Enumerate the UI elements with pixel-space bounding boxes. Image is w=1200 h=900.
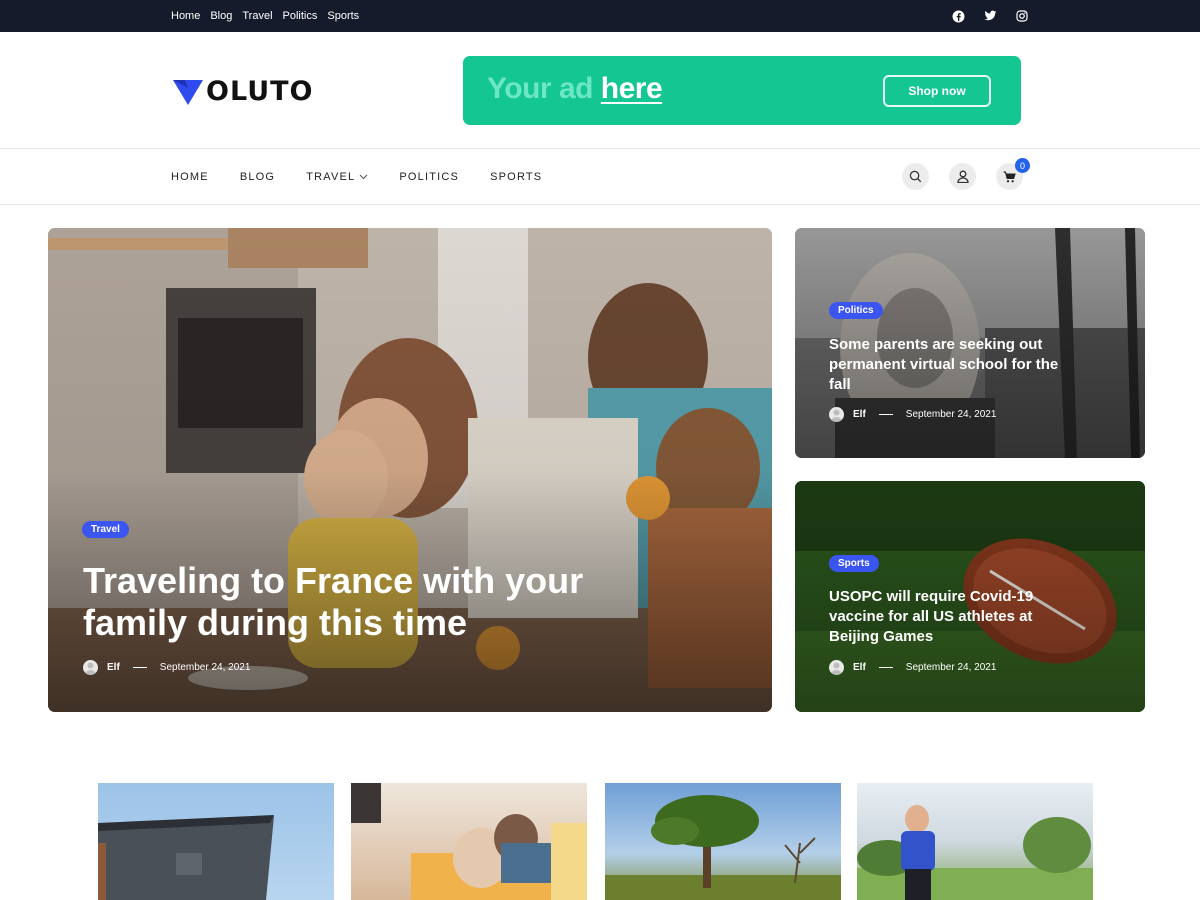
author-name[interactable]: Elf xyxy=(853,409,866,420)
nav-item-home[interactable]: HOME xyxy=(171,171,209,183)
user-icon xyxy=(956,170,969,183)
top-link-home[interactable]: Home xyxy=(171,10,200,22)
post-date: September 24, 2021 xyxy=(905,662,997,673)
category-tag[interactable]: Sports xyxy=(829,555,879,572)
avatar xyxy=(829,660,844,675)
featured-title[interactable]: Traveling to France with your family dur… xyxy=(83,560,643,644)
post-date: September 24, 2021 xyxy=(905,409,997,420)
logo-triangle-icon xyxy=(173,79,203,105)
thumbnail-image xyxy=(351,783,587,900)
nav-item-label: POLITICS xyxy=(399,171,460,183)
featured-title[interactable]: Some parents are seeking out permanent v… xyxy=(829,335,1069,395)
author-name[interactable]: Elf xyxy=(853,662,866,673)
meta-separator xyxy=(878,414,893,415)
nav-item-sports[interactable]: SPORTS xyxy=(490,171,542,183)
ad-text-prefix: Your ad xyxy=(487,72,593,105)
site-logo[interactable]: OLUTO xyxy=(172,76,314,107)
post-thumbnail[interactable] xyxy=(857,783,1093,900)
nav-item-travel[interactable]: TRAVEL xyxy=(306,171,368,183)
nav-item-label: HOME xyxy=(171,171,209,183)
post-meta: Elf September 24, 2021 xyxy=(829,660,996,675)
category-tag[interactable]: Politics xyxy=(829,302,883,319)
meta-separator xyxy=(132,667,147,668)
author-name[interactable]: Elf xyxy=(107,662,120,673)
top-link-politics[interactable]: Politics xyxy=(283,10,318,22)
chevron-down-icon xyxy=(359,174,368,180)
ad-text-highlight: here xyxy=(600,72,663,105)
main-nav: HOME BLOG TRAVEL POLITICS SPORTS 0 xyxy=(0,149,1200,205)
top-links: Home Blog Travel Politics Sports xyxy=(171,0,359,32)
ad-banner[interactable]: Your ad here Shop now xyxy=(463,56,1021,125)
cart-icon xyxy=(1003,170,1016,182)
instagram-icon[interactable] xyxy=(1015,9,1029,23)
logo-text: OLUTO xyxy=(206,76,314,107)
shop-now-button[interactable]: Shop now xyxy=(883,75,991,107)
nav-item-label: TRAVEL xyxy=(306,171,356,183)
thumbnail-image xyxy=(857,805,1093,900)
meta-separator xyxy=(878,667,893,668)
post-date: September 24, 2021 xyxy=(159,662,251,673)
ad-text: Your ad here xyxy=(487,72,663,106)
featured-card-side[interactable]: Politics Some parents are seeking out pe… xyxy=(795,228,1145,458)
category-tag[interactable]: Travel xyxy=(82,521,129,538)
cart-button[interactable]: 0 xyxy=(996,158,1030,190)
social-links xyxy=(951,0,1029,32)
avatar xyxy=(829,407,844,422)
search-icon xyxy=(909,170,922,183)
featured-card-side[interactable]: Sports USOPC will require Covid-19 vacci… xyxy=(795,481,1145,712)
nav-item-label: SPORTS xyxy=(490,171,543,183)
nav-tools: 0 xyxy=(902,158,1030,190)
nav-item-blog[interactable]: BLOG xyxy=(240,171,275,183)
post-meta: Elf September 24, 2021 xyxy=(829,407,996,422)
twitter-icon[interactable] xyxy=(983,9,997,23)
post-thumbnail[interactable] xyxy=(351,783,587,900)
featured-title[interactable]: USOPC will require Covid-19 vaccine for … xyxy=(829,587,1069,647)
top-link-blog[interactable]: Blog xyxy=(210,10,232,22)
avatar xyxy=(83,660,98,675)
account-button[interactable] xyxy=(949,163,976,190)
site-header: OLUTO Your ad here Shop now xyxy=(0,32,1200,149)
top-bar: Home Blog Travel Politics Sports xyxy=(0,0,1200,32)
post-thumbnail[interactable] xyxy=(98,783,334,900)
featured-card-main[interactable]: Travel Traveling to France with your fam… xyxy=(48,228,772,712)
search-button[interactable] xyxy=(902,163,929,190)
top-link-travel[interactable]: Travel xyxy=(242,10,272,22)
facebook-icon[interactable] xyxy=(951,9,965,23)
post-meta: Elf September 24, 2021 xyxy=(83,660,250,675)
top-link-sports[interactable]: Sports xyxy=(327,10,359,22)
thumbnail-image xyxy=(98,815,274,900)
nav-menu: HOME BLOG TRAVEL POLITICS SPORTS xyxy=(171,149,573,205)
nav-item-politics[interactable]: POLITICS xyxy=(399,171,459,183)
nav-item-label: BLOG xyxy=(239,171,276,183)
thumbnail-image xyxy=(605,795,841,900)
post-thumbnail[interactable] xyxy=(605,783,841,900)
cart-count-badge: 0 xyxy=(1015,158,1030,173)
